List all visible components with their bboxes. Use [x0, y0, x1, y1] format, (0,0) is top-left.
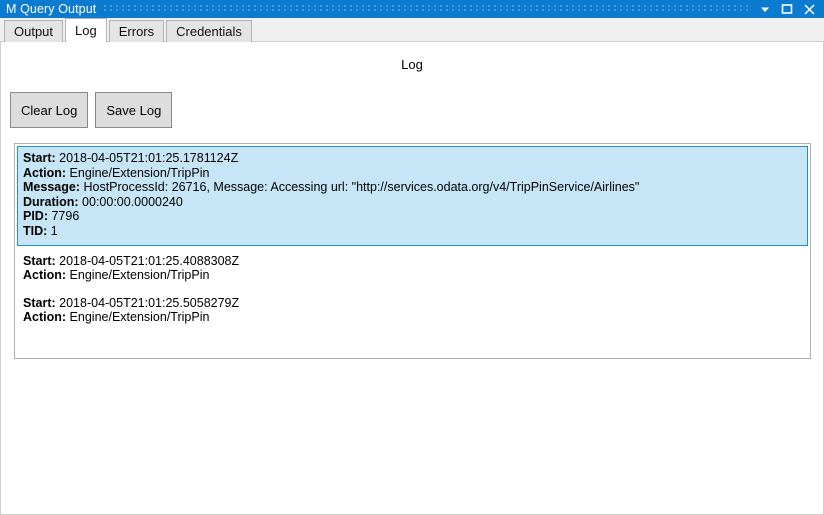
log-entry-list[interactable]: Start: 2018-04-05T21:01:25.1781124Z Acti…: [14, 143, 811, 359]
log-label-start: Start:: [23, 151, 56, 165]
tab-output[interactable]: Output: [4, 20, 64, 42]
log-value-action: Engine/Extension/TripPin: [69, 268, 210, 283]
log-entry[interactable]: Start: 2018-04-05T21:01:25.1781124Z Acti…: [17, 146, 808, 246]
title-drag-grip[interactable]: [104, 5, 750, 13]
log-label-action: Action:: [23, 310, 67, 325]
log-value-action: Engine/Extension/TripPin: [69, 165, 210, 180]
log-label-duration: Duration:: [23, 194, 79, 209]
log-field-duration: Duration: 00:00:00.0000240: [23, 195, 802, 210]
log-pane: Log Clear Log Save Log Start: 2018-04-05…: [0, 42, 824, 515]
log-label-message: Message:: [23, 180, 80, 195]
chevron-down-icon: [759, 3, 771, 15]
log-field-tid: TID: 1: [23, 224, 802, 239]
log-label-start: Start:: [23, 295, 56, 310]
window-title: M Query Output: [6, 2, 97, 16]
log-value-start: 2018-04-05T21:01:25.1781124Z: [59, 151, 239, 165]
log-field-start: Start: 2018-04-05T21:01:25.5058279Z: [23, 296, 802, 311]
log-field-start: Start: 2018-04-05T21:01:25.4088308Z: [23, 254, 802, 269]
close-button[interactable]: [798, 0, 820, 18]
log-field-message: Message: HostProcessId: 26716, Message: …: [23, 180, 802, 195]
maximize-button[interactable]: [776, 0, 798, 18]
tab-errors[interactable]: Errors: [108, 20, 165, 42]
log-field-start: Start: 2018-04-05T21:01:25.1781124Z: [23, 151, 802, 166]
maximize-icon: [781, 3, 793, 15]
log-value-start: 2018-04-05T21:01:25.4088308Z: [59, 253, 240, 268]
window-controls: [754, 0, 824, 18]
tab-log[interactable]: Log: [65, 18, 107, 42]
log-value-tid: 1: [50, 223, 58, 238]
log-field-action: Action: Engine/Extension/TripPin: [23, 166, 802, 181]
log-value-start: 2018-04-05T21:01:25.5058279Z: [59, 295, 240, 310]
log-label-action: Action:: [23, 268, 67, 283]
log-label-start: Start:: [23, 253, 56, 268]
log-label-tid: TID:: [23, 223, 48, 238]
log-label-action: Action:: [23, 165, 67, 180]
tab-bar: Output Log Errors Credentials: [0, 18, 824, 42]
tab-credentials[interactable]: Credentials: [166, 20, 252, 42]
m-query-output-window: M Query Output Output Log Errors Credent…: [0, 0, 824, 515]
log-entry[interactable]: Start: 2018-04-05T21:01:25.4088308Z Acti…: [17, 246, 808, 288]
log-value-pid: 7796: [51, 209, 80, 224]
clear-log-button[interactable]: Clear Log: [10, 92, 89, 128]
log-value-duration: 00:00:00.0000240: [82, 194, 183, 209]
log-field-pid: PID: 7796: [23, 209, 802, 224]
log-field-action: Action: Engine/Extension/TripPin: [23, 310, 802, 325]
log-label-pid: PID:: [23, 209, 48, 224]
log-toolbar: Clear Log Save Log: [10, 92, 173, 128]
title-bar: M Query Output: [0, 0, 824, 18]
close-icon: [803, 3, 816, 16]
log-value-action: Engine/Extension/TripPin: [69, 310, 210, 325]
log-value-message: HostProcessId: 26716, Message: Accessing…: [83, 180, 640, 195]
log-entry[interactable]: Start: 2018-04-05T21:01:25.5058279Z Acti…: [17, 288, 808, 330]
save-log-button[interactable]: Save Log: [95, 92, 173, 128]
log-field-action: Action: Engine/Extension/TripPin: [23, 268, 802, 283]
page-title: Log: [401, 57, 423, 72]
dropdown-button[interactable]: [754, 0, 776, 18]
